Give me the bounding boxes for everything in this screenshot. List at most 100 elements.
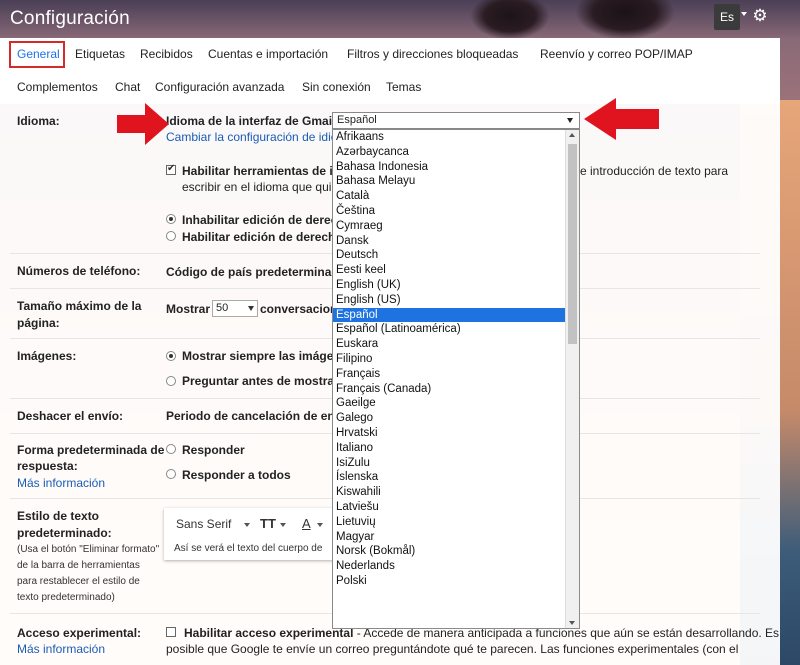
- text-style-help: (Usa el botón "Eliminar formato" de la b…: [17, 542, 159, 606]
- text-style-help-line: de la barra de herramientas: [17, 560, 140, 571]
- experimental-title: Habilitar acceso experimental: [184, 626, 354, 640]
- language-option[interactable]: Euskara: [333, 337, 566, 352]
- page-size-show-label: Mostrar: [166, 302, 211, 316]
- language-option[interactable]: Cymraeg: [333, 219, 566, 234]
- language-option[interactable]: Eesti keel: [333, 263, 566, 278]
- tab-chat[interactable]: Chat: [115, 80, 140, 94]
- language-option[interactable]: English (UK): [333, 278, 566, 293]
- language-select-value: Español: [337, 114, 377, 126]
- images-ask-radio[interactable]: [166, 376, 176, 386]
- page-size-label: Tamaño máximo de la: [17, 299, 142, 313]
- input-tools-label-tail: e introducción de texto para: [580, 164, 729, 178]
- page-size-tail-label: conversacion: [260, 302, 338, 316]
- rtl-off-label: Inhabilitar edición de derech: [182, 213, 345, 227]
- tab-themes[interactable]: Temas: [386, 80, 421, 94]
- language-label: Idioma:: [17, 114, 60, 128]
- chevron-down-icon[interactable]: [280, 523, 286, 527]
- language-option[interactable]: Hrvatski: [333, 426, 566, 441]
- language-option[interactable]: Bahasa Melayu: [333, 174, 566, 189]
- tab-addons[interactable]: Complementos: [17, 80, 98, 94]
- language-option[interactable]: Afrikaans: [333, 130, 566, 145]
- language-option[interactable]: Gaeilge: [333, 396, 566, 411]
- dropdown-scrollbar[interactable]: [565, 130, 579, 628]
- language-option[interactable]: Galego: [333, 411, 566, 426]
- text-style-help-line: (Usa el botón "Eliminar formato": [17, 544, 160, 555]
- rtl-on-label: Habilitar edición de derecha: [182, 230, 343, 244]
- images-always-radio[interactable]: [166, 351, 176, 361]
- language-option[interactable]: Azərbaycanca: [333, 145, 566, 160]
- chevron-down-icon[interactable]: [244, 523, 250, 527]
- tab-accounts[interactable]: Cuentas e importación: [208, 47, 328, 61]
- language-option[interactable]: Kiswahili: [333, 485, 566, 500]
- input-language-button[interactable]: Es: [714, 4, 740, 30]
- chevron-down-icon[interactable]: [741, 12, 747, 16]
- language-option[interactable]: Norsk (Bokmål): [333, 544, 566, 559]
- language-option[interactable]: Čeština: [333, 204, 566, 219]
- tab-labels[interactable]: Etiquetas: [75, 47, 125, 61]
- language-option[interactable]: Dansk: [333, 234, 566, 249]
- experimental-line-2: posible que Google te envíe un correo pr…: [166, 642, 739, 656]
- phone-country-label: Código de país predeterminado: [166, 265, 347, 279]
- tab-general[interactable]: General: [17, 47, 60, 61]
- annotation-arrow-left-icon: [584, 98, 659, 140]
- chevron-down-icon[interactable]: [317, 523, 323, 527]
- font-size-icon[interactable]: TT: [260, 516, 276, 531]
- font-family-select[interactable]: Sans Serif: [176, 517, 231, 531]
- language-option[interactable]: Français (Canada): [333, 382, 566, 397]
- text-color-icon[interactable]: A: [302, 516, 311, 531]
- language-option[interactable]: English (US): [333, 293, 566, 308]
- settings-panel: General Etiquetas Recibidos Cuentas e im…: [0, 38, 780, 665]
- language-option[interactable]: Français: [333, 367, 566, 382]
- scroll-down-icon[interactable]: [569, 621, 575, 625]
- text-style-help-line: texto predeterminado): [17, 592, 115, 603]
- tab-offline[interactable]: Sin conexión: [302, 80, 371, 94]
- language-dropdown: Afrikaans Azərbaycanca Bahasa Indonesia Bah…: [332, 129, 580, 629]
- text-style-editor: Sans Serif TT A Así se verá el texto del…: [164, 508, 344, 560]
- language-option[interactable]: Español (Latinoamérica): [333, 322, 566, 337]
- tab-advanced[interactable]: Configuración avanzada: [155, 80, 284, 94]
- language-option[interactable]: Català: [333, 189, 566, 204]
- experimental-more-info-link[interactable]: Más información: [17, 642, 105, 656]
- text-style-preview: Así se verá el texto del cuerpo de: [174, 543, 323, 554]
- input-tools-checkbox[interactable]: [166, 163, 176, 175]
- images-label: Imágenes:: [17, 349, 77, 363]
- tab-inbox[interactable]: Recibidos: [140, 47, 193, 61]
- reply-more-info-link[interactable]: Más información: [17, 476, 105, 490]
- language-option[interactable]: Bahasa Indonesia: [333, 160, 566, 175]
- reply-all-radio[interactable]: [166, 469, 176, 479]
- language-option[interactable]: Filipino: [333, 352, 566, 367]
- experimental-checkbox[interactable]: [166, 627, 176, 637]
- annotation-arrow-right-icon: [117, 103, 169, 145]
- page-size-value: 50: [216, 302, 229, 314]
- input-tools-sublabel: escribir en el idioma que qui: [182, 180, 332, 194]
- rtl-on-radio[interactable]: [166, 231, 176, 241]
- scroll-thumb[interactable]: [568, 144, 577, 344]
- language-option[interactable]: Magyar: [333, 530, 566, 545]
- language-option[interactable]: Lietuvių: [333, 515, 566, 530]
- language-option[interactable]: Italiano: [333, 441, 566, 456]
- input-tools-label: Habilitar herramientas de int: [182, 164, 345, 178]
- reply-all-label: Responder a todos: [182, 468, 291, 482]
- language-option[interactable]: Deutsch: [333, 248, 566, 263]
- undo-send-period-label: Periodo de cancelación de enví: [166, 409, 345, 423]
- tab-forwarding[interactable]: Reenvío y correo POP/IMAP: [540, 47, 693, 61]
- page-size-select[interactable]: 50: [212, 300, 258, 317]
- scroll-up-icon[interactable]: [569, 133, 575, 137]
- language-option[interactable]: IsiZulu: [333, 456, 566, 471]
- language-option[interactable]: Español: [333, 307, 566, 323]
- reply-radio[interactable]: [166, 444, 176, 454]
- header: Configuración Es ⚙: [0, 0, 800, 38]
- language-option[interactable]: Polski: [333, 574, 566, 589]
- language-option[interactable]: Nederlands: [333, 559, 566, 574]
- change-language-link[interactable]: Cambiar la configuración de idio: [166, 130, 337, 144]
- rtl-off-radio[interactable]: [166, 214, 176, 224]
- language-option[interactable]: Íslenska: [333, 470, 566, 485]
- gear-icon[interactable]: ⚙: [750, 6, 770, 26]
- experimental-label: Acceso experimental:: [17, 626, 142, 640]
- language-option[interactable]: Latviešu: [333, 500, 566, 515]
- settings-tabs: General Etiquetas Recibidos Cuentas e im…: [0, 38, 780, 104]
- reply-label: Responder: [182, 443, 245, 457]
- language-select[interactable]: Español: [332, 112, 580, 129]
- tab-filters[interactable]: Filtros y direcciones bloqueadas: [347, 47, 518, 61]
- images-ask-label: Preguntar antes de mostrar: [182, 374, 339, 388]
